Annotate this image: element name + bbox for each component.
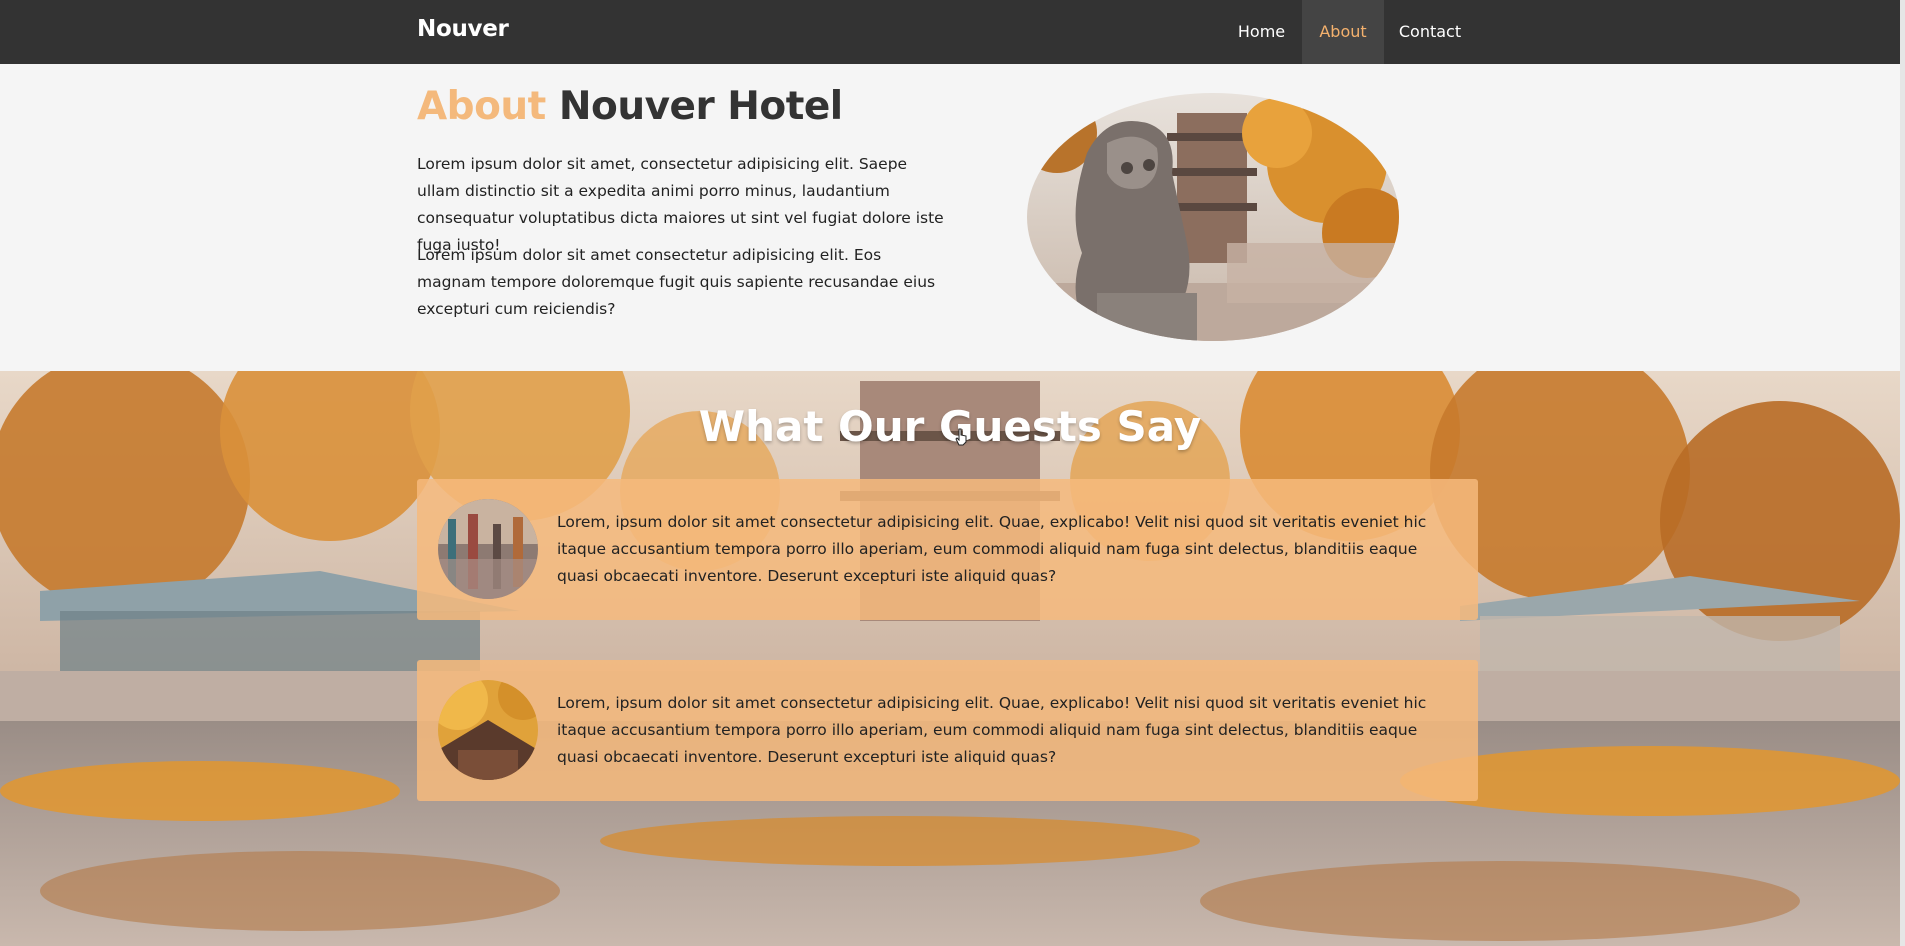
testimonial-text: Lorem, ipsum dolor sit amet consectetur … xyxy=(557,694,1427,766)
testimonial-text: Lorem, ipsum dolor sit amet consectetur … xyxy=(557,513,1427,585)
about-title-accent: About xyxy=(417,84,546,129)
guest-avatar-image xyxy=(438,499,538,599)
testimonials-section: What Our Guests Say Lorem, ipsum dolor s… xyxy=(0,371,1900,946)
scrollbar[interactable] xyxy=(1900,0,1905,946)
about-title-rest: Nouver Hotel xyxy=(558,84,843,129)
mouse-cursor-icon xyxy=(955,428,967,446)
about-paragraph: Lorem ipsum dolor sit amet consectetur a… xyxy=(417,246,936,318)
guest-avatar xyxy=(438,680,538,780)
about-title: About Nouver Hotel xyxy=(417,84,843,129)
guest-avatar xyxy=(438,499,538,599)
background-photo xyxy=(0,371,1900,946)
nav-link-home[interactable]: Home xyxy=(1222,0,1301,64)
testimonials-title: What Our Guests Say xyxy=(698,402,1202,451)
guest-avatar-image xyxy=(438,680,538,780)
hotel-photo xyxy=(1027,93,1399,341)
navbar: Nouver Home About Contact xyxy=(0,0,1900,64)
testimonial-card: Lorem, ipsum dolor sit amet consectetur … xyxy=(417,479,1478,620)
nav-links: Home About Contact xyxy=(0,0,1900,64)
testimonial-card: Lorem, ipsum dolor sit amet consectetur … xyxy=(417,660,1478,801)
hotel-photo-image xyxy=(1027,93,1399,341)
nav-link-about[interactable]: About xyxy=(1302,0,1384,64)
nav-link-contact[interactable]: Contact xyxy=(1384,0,1476,64)
